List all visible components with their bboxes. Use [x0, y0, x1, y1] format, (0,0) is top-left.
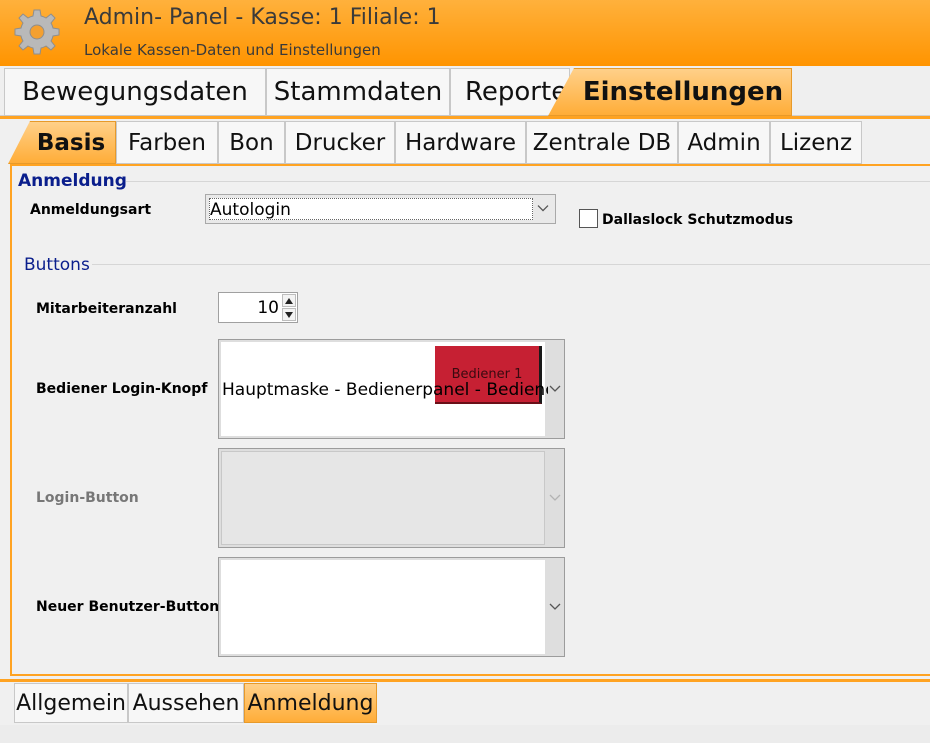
tab-einstellungen[interactable]: Einstellungen	[548, 68, 792, 116]
tab-stammdaten[interactable]: Stammdaten	[266, 68, 450, 116]
group-divider	[92, 264, 930, 265]
subtab-admin[interactable]: Admin	[678, 121, 770, 164]
subtab-drucker[interactable]: Drucker	[285, 121, 395, 164]
subtab-lizenz[interactable]: Lizenz	[770, 121, 862, 164]
neuer-benutzer-select[interactable]	[218, 557, 565, 657]
mitarbeiteranzahl-value: 10	[257, 298, 279, 318]
login-button-label: Login-Button	[36, 490, 139, 506]
neuer-benutzer-label: Neuer Benutzer-Button	[36, 599, 220, 615]
caret-up-icon	[285, 297, 293, 304]
login-button-select[interactable]	[218, 448, 565, 548]
dallaslock-checkbox[interactable]	[579, 209, 598, 228]
subtab-farben[interactable]: Farben	[116, 121, 218, 164]
chevron-down-icon	[549, 385, 561, 392]
bediener-login-value: Hauptmaske - Bedienerpanel - Bediener 1	[222, 380, 548, 400]
bottomtab-allgemein[interactable]: Allgemein	[14, 683, 128, 723]
login-button-preview-area	[221, 451, 545, 545]
chevron-down-icon	[549, 494, 561, 501]
bottom-strip	[0, 725, 930, 743]
window-subtitle: Lokale Kassen-Daten und Einstellungen	[84, 41, 381, 59]
anmeldungsart-select[interactable]: Autologin	[205, 194, 556, 224]
bottomtab-anmeldung[interactable]: Anmeldung	[244, 683, 377, 723]
mitarbeiteranzahl-label: Mitarbeiteranzahl	[36, 301, 177, 317]
tab-bewegungsdaten[interactable]: Bewegungsdaten	[4, 68, 266, 116]
anmeldungsart-value: Autologin	[210, 200, 291, 220]
neuer-benutzer-preview-area	[221, 560, 545, 654]
mitarbeiteranzahl-stepper[interactable]: 10	[218, 292, 298, 323]
bottomtab-aussehen[interactable]: Aussehen	[128, 683, 244, 723]
stepper-down-button[interactable]	[282, 308, 296, 321]
group-title-buttons: Buttons	[24, 255, 90, 275]
group-title-anmeldung: Anmeldung	[18, 171, 127, 191]
bediener-login-label: Bediener Login-Knopf	[36, 381, 208, 397]
subtab-zentrale-db[interactable]: Zentrale DB	[526, 121, 678, 164]
anmeldungsart-label: Anmeldungsart	[30, 202, 152, 218]
chevron-down-icon	[549, 603, 561, 610]
group-divider	[126, 181, 930, 182]
subtab-hardware[interactable]: Hardware	[395, 121, 526, 164]
caret-down-icon	[285, 311, 293, 318]
chevron-down-icon	[537, 205, 549, 212]
gear-icon	[14, 9, 60, 55]
dallaslock-label: Dallaslock Schutzmodus	[602, 212, 794, 228]
subtab-bon[interactable]: Bon	[218, 121, 285, 164]
window-title: Admin- Panel - Kasse: 1 Filiale: 1	[84, 5, 441, 30]
stepper-up-button[interactable]	[282, 294, 296, 307]
bediener-login-select[interactable]: Bediener 1 Hauptmaske - Bedienerpanel - …	[218, 339, 565, 439]
